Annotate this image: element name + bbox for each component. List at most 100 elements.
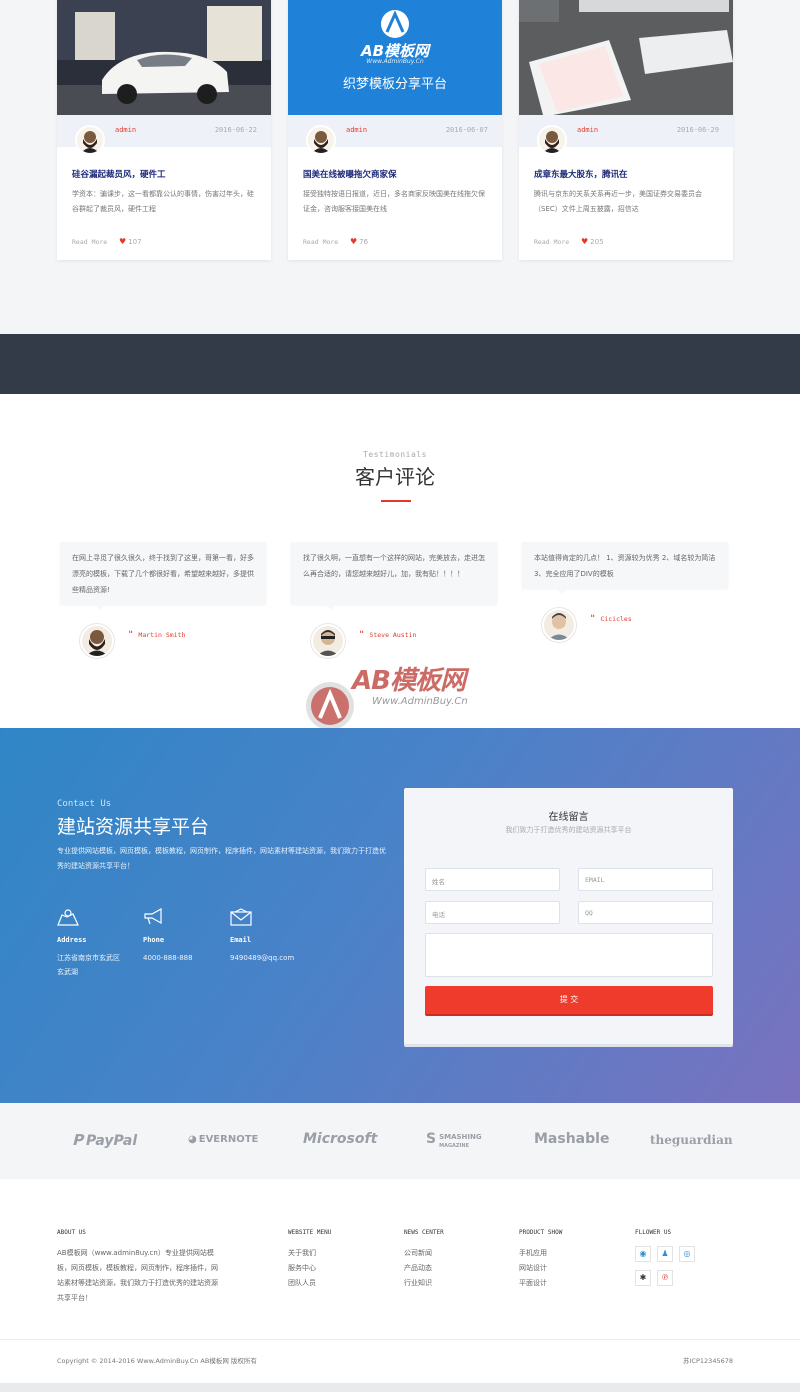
quote-icon: ❝ (128, 630, 134, 640)
footer-link[interactable]: 产品动态 (404, 1261, 444, 1276)
author-avatar (306, 125, 336, 155)
wechat-icon[interactable]: ◉ (635, 1246, 651, 1262)
footer-heading: WEBSITE MENU (288, 1229, 332, 1236)
sina-icon[interactable]: ✱ (635, 1270, 651, 1286)
smashing-logo[interactable]: S SMASHING MAGAZINE (426, 1131, 482, 1149)
megaphone-icon (144, 908, 162, 925)
email-value[interactable]: 9490489@qq.com (230, 951, 310, 965)
footer-link[interactable]: 行业知识 (404, 1276, 444, 1291)
pinterest-icon[interactable]: ℗ (657, 1270, 673, 1286)
read-more-link[interactable]: Read More (534, 238, 569, 246)
banner-caption: 织梦模板分享平台 (342, 77, 447, 92)
address-block: Address 江苏省南京市玄武区玄武湖 (57, 908, 137, 979)
envelope-icon (230, 908, 252, 926)
blog-card[interactable]: admin 2016-06-22 硅谷漏起裁员风，硬件工 学资本：骗课步，这一看… (57, 0, 271, 260)
guardian-logo[interactable]: theguardian (650, 1133, 733, 1147)
customer-name: ❝ Cicicles (590, 614, 632, 624)
dark-divider-band (0, 334, 800, 394)
post-date: 2016-06-22 (214, 126, 257, 134)
likes-count[interactable]: ♥ 76 (350, 237, 368, 246)
likes-count[interactable]: ♥ 107 (119, 237, 142, 246)
author-avatar (75, 125, 105, 155)
post-date: 2016-06-29 (676, 126, 719, 134)
mashable-logo[interactable]: Mashable (534, 1131, 609, 1147)
footer-news-center: NEWS CENTER 公司新闻 产品动态 行业知识 (404, 1229, 444, 1291)
paypal-logo[interactable]: 𝗣 PayPal (72, 1131, 137, 1149)
desk-photo[interactable] (519, 0, 733, 115)
address-value: 江苏省南京市玄武区玄武湖 (57, 954, 120, 976)
footer-link[interactable]: 关于我们 (288, 1246, 331, 1261)
customer-name: ❝ Steve Austin (359, 630, 416, 640)
smashing-s-icon: S (426, 1131, 437, 1147)
footer-link[interactable]: 团队人员 (288, 1276, 331, 1291)
post-excerpt: 腾讯与京东的关系关系再近一步，美国证券交易委员会（SEC）文件上周五披露，招信达 (534, 190, 702, 213)
message-textarea[interactable] (425, 933, 713, 977)
evernote-logo[interactable]: ◕ EVERNOTE (188, 1134, 258, 1145)
copyright-text: Copyright © 2014-2016 Www.AdminBuy.Cn AB… (57, 1357, 257, 1365)
email-field[interactable]: EMAIL (578, 868, 713, 891)
elephant-icon: ◕ (188, 1134, 197, 1145)
footer-link[interactable]: 公司新闻 (404, 1246, 444, 1261)
contact-section: Contact Us 建站资源共享平台 专业提供网站模板，网页模板，模板教程，网… (0, 728, 800, 1103)
footer: ABOUT US AB模板网（www.admin8uy.cn）专业提供网站模板，… (0, 1179, 800, 1392)
about-text: AB模板网（www.admin8uy.cn）专业提供网站模板，网页模板，模板教程… (57, 1249, 218, 1302)
page: admin 2016-06-22 硅谷漏起裁员风，硬件工 学资本：骗课步，这一看… (0, 0, 800, 1392)
banner-image[interactable]: AB模板网 Www.AdminBuy.Cn 织梦模板分享平台 (288, 0, 502, 115)
likes-value: 76 (359, 238, 369, 246)
footer-link[interactable]: 平面设计 (519, 1276, 562, 1291)
author-name[interactable]: admin (115, 126, 136, 134)
customer-name: ❝ Martin Smith (128, 630, 185, 640)
title-underline (381, 500, 411, 502)
form-title: 在线留言 (548, 812, 589, 823)
car-photo[interactable] (57, 0, 271, 115)
heart-icon: ♥ (350, 237, 358, 246)
contact-subtitle: Contact Us (57, 799, 112, 809)
quote-icon: ❝ (590, 614, 596, 624)
blog-card[interactable]: AB模板网 Www.AdminBuy.Cn 织梦模板分享平台 admin 201… (288, 0, 502, 260)
contact-title: 建站资源共享平台 (57, 816, 210, 838)
weibo-icon[interactable]: ◎ (679, 1246, 695, 1262)
footer-website-menu: WEBSITE MENU 关于我们 服务中心 团队人员 (288, 1229, 331, 1291)
submit-button[interactable]: 提 交 (425, 986, 713, 1014)
post-title[interactable]: 硅谷漏起裁员风，硬件工 (72, 168, 262, 180)
likes-count[interactable]: ♥ 205 (581, 237, 604, 246)
phone-value[interactable]: 4000-888-888 (143, 951, 223, 965)
author-name[interactable]: admin (346, 126, 367, 134)
qq-field[interactable]: QQ (578, 901, 713, 924)
logo-text: PayPal (86, 1133, 138, 1149)
footer-link[interactable]: 手机应用 (519, 1246, 562, 1261)
read-more-link[interactable]: Read More (72, 238, 107, 246)
customer-avatar (311, 624, 345, 658)
testimonial-bubble: 在网上寻觅了很久很久，终于找到了这里，哥第一看，好多漂亮的模板，下载了几个都很好… (60, 542, 266, 610)
phone-field[interactable]: 电话 (425, 901, 560, 924)
footer-link[interactable]: 网站设计 (519, 1261, 562, 1276)
footer-product-show: PRODUCT SHOW 手机应用 网站设计 平面设计 (519, 1229, 562, 1291)
logo-subtext: MAGAZINE (439, 1143, 469, 1149)
form-subtitle: 我们致力于打造优秀的建站资源共享平台 (505, 826, 632, 834)
post-title[interactable]: 成章东最大股东，腾讯在 (534, 168, 724, 180)
post-date: 2016-06-07 (445, 126, 488, 134)
post-title[interactable]: 国美在线被曝拖欠商家保 (303, 168, 493, 180)
author-avatar (537, 125, 567, 155)
likes-value: 107 (128, 238, 142, 246)
customer-avatar (80, 624, 114, 658)
read-more-link[interactable]: Read More (303, 238, 338, 246)
banner-url: Www.AdminBuy.Cn (366, 58, 424, 65)
site-watermark: AB模板网 Www.AdminBuy.Cn (300, 656, 510, 736)
watermark-logo-icon (306, 682, 354, 730)
likes-value: 205 (590, 238, 604, 246)
heart-icon: ♥ (581, 237, 589, 246)
customer-name-text: Cicicles (600, 615, 632, 623)
section-subtitle: Testimonials (363, 450, 427, 459)
author-name[interactable]: admin (577, 126, 598, 134)
name-field[interactable]: 姓名 (425, 868, 560, 891)
qq-icon[interactable]: ♟ (657, 1246, 673, 1262)
watermark-text: AB模板网 (352, 666, 466, 696)
heart-icon: ♥ (119, 237, 127, 246)
customer-name-text: Martin Smith (138, 631, 186, 639)
footer-about: ABOUT US AB模板网（www.admin8uy.cn）专业提供网站模板，… (57, 1229, 222, 1306)
icp-number[interactable]: 苏ICP12345678 (683, 1355, 733, 1365)
footer-link[interactable]: 服务中心 (288, 1261, 331, 1276)
blog-card[interactable]: admin 2016-06-29 成章东最大股东，腾讯在 腾讯与京东的关系关系再… (519, 0, 733, 260)
microsoft-logo[interactable]: Microsoft (303, 1131, 377, 1147)
